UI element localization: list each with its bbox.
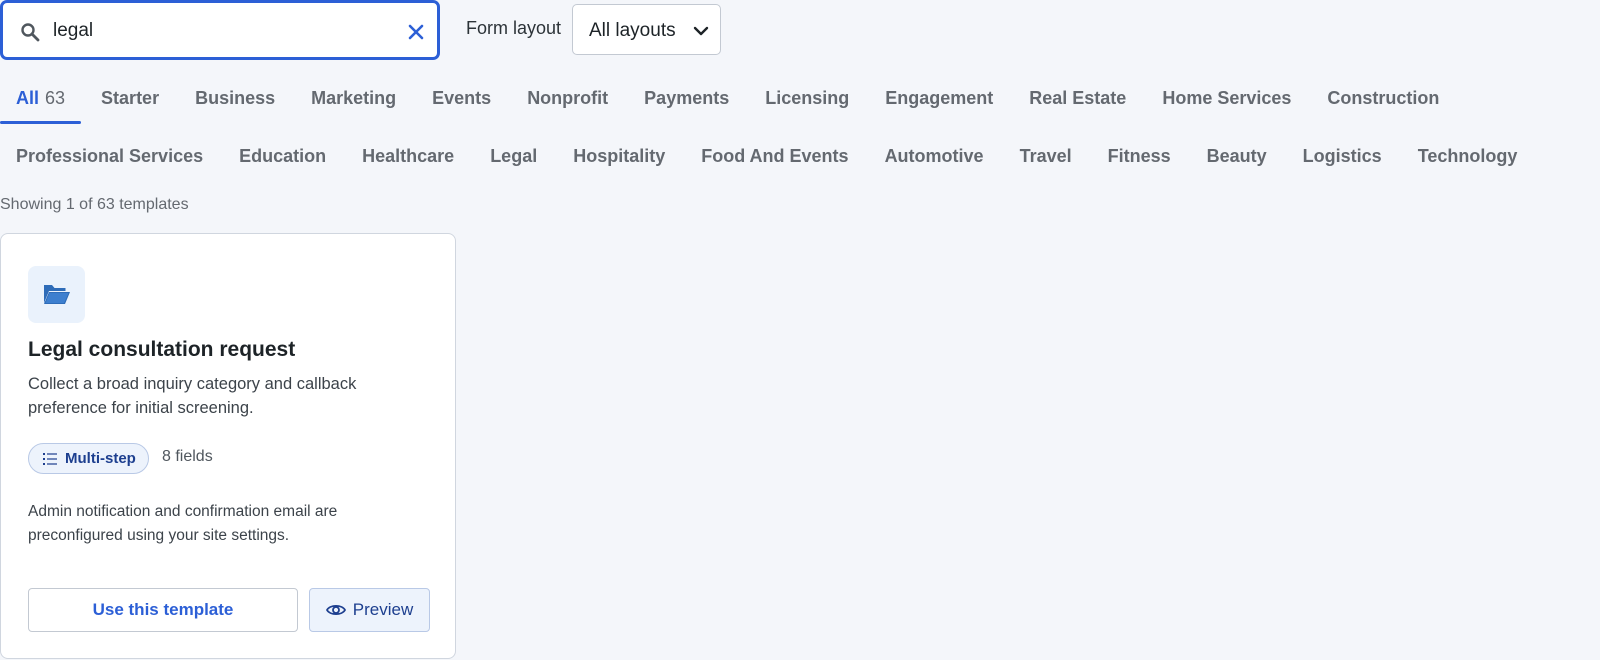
eye-icon (325, 604, 346, 616)
tab-education[interactable]: Education (239, 131, 326, 181)
tab-professional-services[interactable]: Professional Services (16, 131, 203, 181)
tab-travel[interactable]: Travel (1020, 131, 1072, 181)
search-icon (21, 23, 40, 42)
tab-label: Food And Events (701, 145, 849, 166)
category-tabs-row-1: All 63 Starter Business Marketing Events Nonpr… (0, 73, 1459, 124)
tab-food-and-events[interactable]: Food And Events (701, 131, 848, 181)
tab-licensing[interactable]: Licensing (765, 73, 849, 123)
template-card: Legal consultation request Collect a bro… (0, 233, 456, 659)
tab-home-services[interactable]: Home Services (1162, 73, 1291, 123)
tab-hospitality[interactable]: Hospitality (573, 131, 665, 181)
preview-button[interactable]: Preview (309, 588, 430, 632)
layout-badge-label: Multi-step (65, 450, 136, 467)
tab-label: Starter (101, 87, 160, 108)
form-layout-select[interactable]: All layouts (572, 4, 721, 55)
tab-real-estate[interactable]: Real Estate (1029, 73, 1126, 123)
tab-label: Education (239, 145, 327, 166)
tab-label: Licensing (765, 87, 850, 108)
tab-label: Professional Services (16, 145, 204, 166)
tab-label: Travel (1019, 145, 1072, 166)
template-title: Legal consultation request (28, 338, 296, 361)
tab-label: Legal (490, 145, 538, 166)
form-layout-value: All layouts (589, 20, 676, 41)
tab-count: 63 (45, 87, 66, 108)
tab-label: Technology (1417, 145, 1518, 166)
tab-label: Fitness (1107, 145, 1171, 166)
template-description: Collect a broad inquiry category and cal… (28, 375, 357, 417)
tab-events[interactable]: Events (432, 73, 491, 123)
tab-label: Hospitality (573, 145, 666, 166)
tab-label: Automotive (884, 145, 984, 166)
tab-label: Logistics (1302, 145, 1382, 166)
tab-label: Marketing (311, 87, 397, 108)
tab-starter[interactable]: Starter (101, 73, 159, 123)
tab-logistics[interactable]: Logistics (1303, 131, 1382, 181)
tab-payments[interactable]: Payments (644, 73, 729, 123)
layout-badge: Multi-step (28, 443, 149, 474)
preview-button-label: Preview (352, 600, 414, 619)
tab-label: Construction (1327, 87, 1440, 108)
search-input[interactable] (53, 13, 383, 49)
tab-business[interactable]: Business (195, 73, 275, 123)
tab-label: All (16, 87, 40, 108)
category-tabs-row-2: Professional Services Education Healthcare… (0, 131, 1537, 181)
tab-label: Business (195, 87, 276, 108)
tab-label: Real Estate (1029, 87, 1127, 108)
tab-label: Events (432, 87, 492, 108)
field-count: 8 fields (162, 448, 213, 465)
tab-healthcare[interactable]: Healthcare (362, 131, 454, 181)
search-box[interactable] (1, 1, 439, 59)
folder-open-icon (44, 285, 70, 304)
tab-label: Engagement (885, 87, 994, 108)
tab-automotive[interactable]: Automotive (885, 131, 984, 181)
list-icon (43, 452, 57, 465)
clear-search-icon[interactable] (406, 22, 426, 42)
results-summary: Showing 1 of 63 templates (0, 196, 189, 213)
tab-marketing[interactable]: Marketing (311, 73, 396, 123)
chevron-down-icon (693, 26, 709, 36)
tab-label: Beauty (1206, 145, 1267, 166)
tab-legal[interactable]: Legal (490, 131, 537, 181)
toolbar: Form layout All layouts (0, 0, 1600, 62)
tab-nonprofit[interactable]: Nonprofit (527, 73, 608, 123)
tab-technology[interactable]: Technology (1418, 131, 1518, 181)
tab-fitness[interactable]: Fitness (1108, 131, 1171, 181)
tab-all[interactable]: All 63 (0, 73, 82, 124)
tab-construction[interactable]: Construction (1327, 73, 1439, 123)
template-icon-tile (28, 266, 85, 323)
use-template-button[interactable]: Use this template (28, 588, 298, 632)
tab-label: Home Services (1162, 87, 1292, 108)
form-layout-label: Form layout (466, 18, 562, 38)
tab-label: Nonprofit (527, 87, 609, 108)
tab-engagement[interactable]: Engagement (885, 73, 993, 123)
tab-label: Payments (644, 87, 730, 108)
tab-beauty[interactable]: Beauty (1207, 131, 1267, 181)
template-note: Admin notification and confirmation emai… (28, 503, 338, 544)
tab-label: Healthcare (362, 145, 455, 166)
